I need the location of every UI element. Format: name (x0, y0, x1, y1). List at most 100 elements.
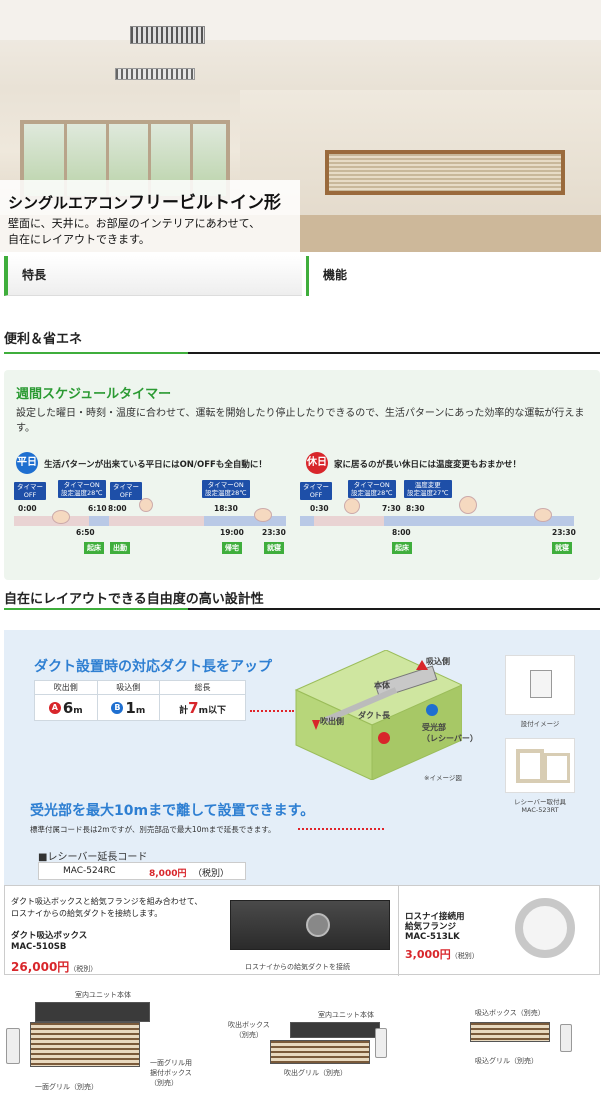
b-marker-icon: B (111, 702, 124, 714)
flange-name-line: 給気フランジ (405, 922, 457, 932)
timer-event-time: 8:30 (406, 504, 425, 513)
timeline-on (204, 516, 286, 526)
timer-event-time: 7:30 (382, 504, 401, 513)
timeline-off (109, 516, 204, 526)
outlet-grille (270, 1040, 370, 1064)
timer-event-time: 0:30 (310, 504, 329, 513)
remote-control-icon (375, 1028, 387, 1058)
hero-title-prefix: シングルエアコン (8, 194, 129, 212)
weekday-lead: 生活パターンが出来ている平日にはON/OFFも全自動に！ (44, 460, 267, 470)
receiver-mount-caption: レシーバー取付具 MAC-523RT (514, 798, 566, 814)
duct-box-name-line: ダクト吸込ボックス (11, 931, 88, 941)
person-sleeping-illustration (52, 510, 70, 524)
person-sitting-illustration (459, 496, 477, 514)
timer-time-below: 6:50 (76, 528, 95, 537)
mount-frame-icon (516, 749, 544, 783)
person-stretching-illustration (344, 498, 360, 514)
duct-a-value: 6 (62, 698, 74, 717)
receiver-device-icon (530, 670, 552, 698)
event-tag: 帰宅 (222, 542, 242, 554)
flange-ring-icon (515, 898, 575, 958)
unit-label: 室内ユニット本体 (318, 1011, 374, 1019)
duct-table-header: 総長 (159, 680, 246, 695)
one-side-grille (30, 1022, 140, 1067)
duct-box-price-row: 26,000円（税別） (11, 958, 97, 975)
duct-box-desc-line: ロスナイからの給気ダクトを接続します。 (11, 909, 163, 918)
diagram-label: 本体 (374, 681, 390, 690)
ceiling-vent (115, 68, 195, 80)
duct-table-header: 吸込側 (96, 680, 161, 695)
timeline-off (314, 516, 384, 526)
flange-model: MAC-513LK (405, 932, 460, 942)
event-tag: 就寝 (264, 542, 284, 554)
flange-name-line: ロスナイ接続用 (405, 912, 465, 922)
timer-event-time: 8:00 (108, 504, 127, 513)
duct-box-desc-line: ダクト吸込ボックスと給気フランジを組み合わせて、 (11, 897, 203, 906)
timer-event-time: 0:00 (18, 504, 37, 513)
tab-functions[interactable]: 機能 (306, 256, 596, 296)
unit-label: 一面グリル（別売） (35, 1083, 98, 1091)
remote-control-icon (6, 1028, 20, 1064)
event-tag: 起床 (84, 542, 104, 554)
hero-desc: 壁面に、天井に。お部屋のインテリアにあわせて、 自在にレイアウトできます。 (8, 216, 300, 248)
receiver-install-caption: 設付イメージ (520, 720, 560, 728)
receiver-cord-box: MAC-524RC 8,000円 （税別） (38, 862, 246, 880)
weekly-timer-title: 週間スケジュールタイマー (16, 387, 172, 402)
weekly-timer-desc: 設定した曜日・時刻・温度に合わせて、運転を開始したり停止したりできるので、生活パ… (16, 408, 585, 434)
diagram-label: ダクト長 (358, 711, 390, 720)
timer-event-time: 6:10 (88, 504, 107, 513)
flange-name: ロスナイ接続用 給気フランジ MAC-513LK (405, 912, 465, 942)
indoor-unit-body (290, 1022, 380, 1038)
ceiling-vent (130, 26, 205, 44)
event-tag: 起床 (392, 542, 412, 554)
event-tag: 出勤 (110, 542, 130, 554)
person-sleeping-illustration (254, 508, 272, 522)
weekday-badge: 平日 (16, 452, 38, 474)
remote-control-icon (560, 1024, 572, 1052)
leader-line (298, 828, 384, 830)
timeline-on (89, 516, 109, 526)
person-sleeping-illustration (534, 508, 552, 522)
hero-title: シングルエアコンフリービルトイン形 (8, 188, 300, 213)
indoor-unit-body (35, 1002, 150, 1022)
hero-caption: シングルエアコンフリービルトイン形 壁面に、天井に。お部屋のインテリアにあわせて… (0, 180, 300, 252)
receiver-distance-heading: 受光部を最大10mまで離して設置できます。 (30, 803, 315, 819)
person-working-illustration (139, 498, 153, 512)
duct-total-prefix: 計 (179, 705, 189, 716)
weekly-timer-panel: 週間スケジュールタイマー 設定した曜日・時刻・温度に合わせて、運転を開始したり停… (4, 370, 600, 580)
hero-desc-line: 自在にレイアウトできます。 (8, 233, 150, 246)
receiver-install-image (505, 655, 575, 715)
timer-event-label: タイマー OFF (14, 482, 46, 500)
hero-desc-line: 壁面に、天井に。お部屋のインテリアにあわせて、 (8, 217, 261, 230)
section-divider (4, 352, 600, 354)
duct-box-model: MAC-510SB (11, 942, 67, 952)
tab-features[interactable]: 特長 (4, 256, 302, 296)
tax-note: （税別） (69, 965, 98, 973)
receiver-price: 8,000円 (149, 869, 187, 879)
hero-banner: シングルエアコンフリービルトイン形 壁面に、天井に。お部屋のインテリアにあわせて… (0, 0, 601, 252)
tab-bar: 特長 機能 (0, 256, 601, 296)
duct-b-cell: B 1m (96, 694, 161, 721)
unit-label: 吹出ボックス （別売） (228, 1021, 270, 1039)
timer-time-below: 8:00 (392, 528, 411, 537)
duct-box-price: 26,000円 (11, 960, 70, 974)
hero-ceiling (0, 0, 601, 40)
duct-title: ダクト設置時の対応ダクト長をアップ (34, 659, 272, 675)
intake-box (470, 1022, 550, 1042)
unit-label: 吸込ボックス（別売） (475, 1009, 545, 1017)
timer-event-label: タイマー OFF (300, 482, 332, 500)
duct-box-panel: ダクト吸込ボックスと給気フランジを組み合わせて、 ロスナイからの給気ダクトを接続し… (4, 885, 600, 976)
duct-port-icon (306, 913, 330, 937)
timer-time-below: 19:00 (220, 528, 244, 537)
timer-event-time: 18:30 (214, 504, 238, 513)
unit-label: 一面グリル用 据付ボックス （別売） (150, 1059, 192, 1087)
duct-b-value: 1 (125, 698, 136, 717)
timer-time-below: 23:30 (552, 528, 576, 537)
timer-event-label: タイマー OFF (110, 482, 142, 500)
receiver-cord-label: ■レシーバー延長コード (38, 852, 148, 863)
timer-event-label: タイマーON 設定温度28℃ (202, 480, 250, 498)
diagram-label: 吹出側 (320, 717, 344, 726)
duct-box-image (230, 900, 390, 950)
unit-label: 室内ユニット本体 (75, 991, 131, 999)
holiday-badge: 休日 (306, 452, 328, 474)
